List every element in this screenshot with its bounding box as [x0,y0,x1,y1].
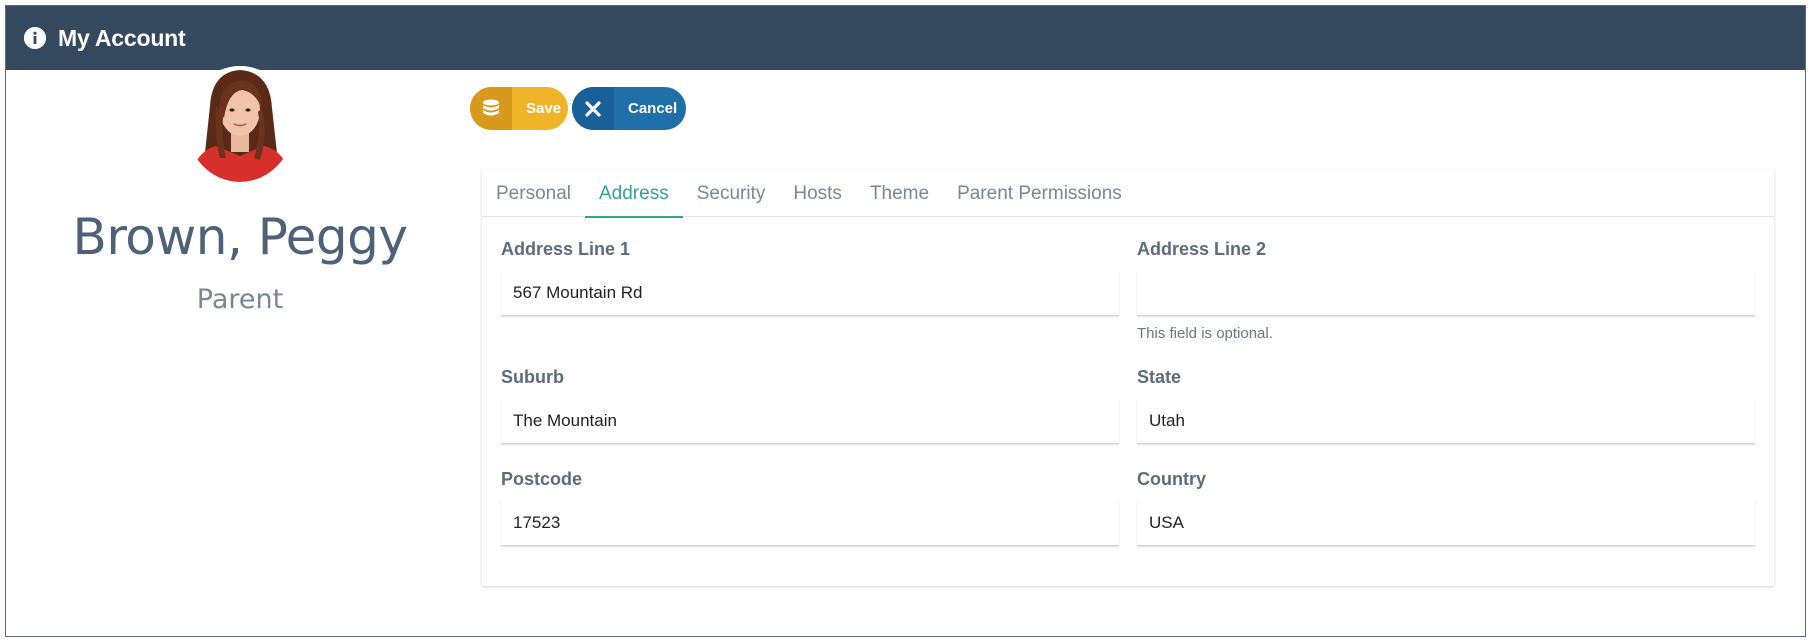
save-button-label: Save [526,100,562,117]
close-icon [572,87,614,130]
postcode-input[interactable] [501,500,1119,546]
address-line-1-label: Address Line 1 [501,239,631,259]
address-line-1-input[interactable] [501,270,1119,316]
panel-header: My Account [6,6,1805,70]
country-label: Country [1137,469,1206,489]
profile-name: Brown, Peggy [72,208,408,266]
avatar [186,66,294,182]
tab-parent-permissions[interactable]: Parent Permissions [943,170,1136,217]
profile-role: Parent [196,284,284,315]
tab-bar: Personal Address Security Hosts Theme Pa… [482,170,1774,218]
state-input[interactable] [1137,398,1755,444]
cancel-button[interactable]: Cancel [572,87,686,130]
info-icon [24,27,46,49]
address-card: Personal Address Security Hosts Theme Pa… [482,170,1774,586]
postcode-label: Postcode [501,469,583,489]
country-input[interactable] [1137,500,1755,546]
tab-address[interactable]: Address [585,170,683,218]
tab-security[interactable]: Security [683,170,780,217]
cancel-button-label: Cancel [628,100,678,117]
tab-theme[interactable]: Theme [856,170,943,217]
suburb-input[interactable] [501,398,1119,444]
save-button[interactable]: Save [470,87,568,130]
address-line-2-input[interactable] [1137,270,1755,316]
tab-personal[interactable]: Personal [482,170,585,217]
state-label: State [1137,367,1182,387]
suburb-label: Suburb [501,367,564,387]
page-title: My Account [58,24,186,51]
address-line-2-help: This field is optional. [1137,325,1273,342]
address-line-2-label: Address Line 2 [1137,239,1267,259]
tab-hosts[interactable]: Hosts [779,170,856,217]
database-icon [470,87,512,130]
